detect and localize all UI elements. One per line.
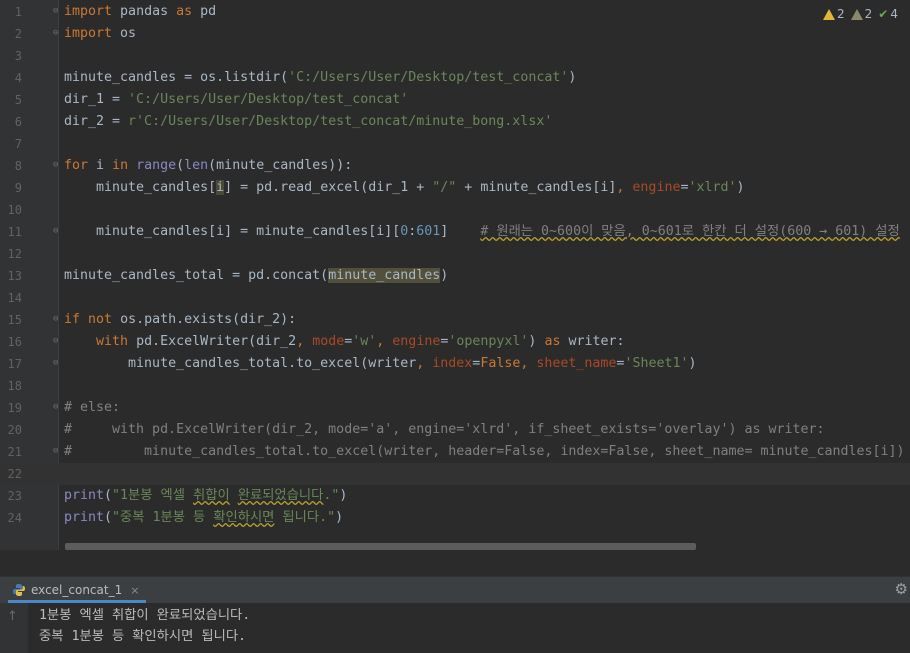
fold-icon[interactable]: ⊖ xyxy=(53,226,58,236)
code-text: print("중복 1분봉 등 확인하시면 됩니다.") xyxy=(64,510,344,525)
code-line-11[interactable]: 11 ⊖ minute_candles[i] = minute_candles[… xyxy=(0,221,910,243)
line-number: 24 xyxy=(7,511,22,525)
line-number: 19 xyxy=(7,401,22,415)
code-line-6[interactable]: 6 dir_2 = r'C:/Users/User/Desktop/test_c… xyxy=(0,111,910,133)
code-line-4[interactable]: 4 minute_candles = os.listdir('C:/Users/… xyxy=(0,67,910,89)
line-number: 14 xyxy=(7,291,22,305)
line-number: 4 xyxy=(14,71,22,85)
inline-comment: # 원래는 0~600이 맞음, 0~601로 한칸 더 설정(600 → 60… xyxy=(480,224,900,239)
code-line-21[interactable]: 21 ⊖ # minute_candles_total.to_excel(wri… xyxy=(0,441,910,463)
code-line-9[interactable]: 9 minute_candles[i] = pd.read_excel(dir_… xyxy=(0,177,910,199)
fold-icon[interactable]: ⊖ xyxy=(53,6,58,16)
line-number: 10 xyxy=(7,203,22,217)
code-line-13[interactable]: 13 minute_candles_total = pd.concat(minu… xyxy=(0,265,910,287)
code-line-14[interactable]: 14 xyxy=(0,287,910,309)
line-number: 23 xyxy=(7,489,22,503)
code-line-8[interactable]: 8 ⊖ for i in range(len(minute_candles)): xyxy=(0,155,910,177)
code-text: minute_candles_total = pd.concat(minute_… xyxy=(64,268,449,283)
run-tab-label: excel_concat_1 xyxy=(31,583,123,597)
code-line-10[interactable]: 10 xyxy=(0,199,910,221)
code-line-20[interactable]: 20 # with pd.ExcelWriter(dir_2, mode='a'… xyxy=(0,419,910,441)
code-text: dir_2 = r'C:/Users/User/Desktop/test_con… xyxy=(64,114,553,129)
editor-bottom-spacer xyxy=(0,550,910,576)
line-number: 5 xyxy=(14,93,22,107)
code-text: minute_candles_total.to_excel(writer, in… xyxy=(64,356,697,371)
code-line-12[interactable]: 12 xyxy=(0,243,910,265)
code-line-19[interactable]: 19 ⊖ # else: xyxy=(0,397,910,419)
line-number: 8 xyxy=(14,159,22,173)
code-text: import os xyxy=(64,26,137,41)
code-text: # else: xyxy=(64,400,121,415)
fold-icon[interactable]: ⊖ xyxy=(53,336,58,346)
line-number: 11 xyxy=(7,225,22,239)
line-number: 6 xyxy=(14,115,22,129)
code-line-3[interactable]: 3 xyxy=(0,45,910,67)
fold-icon[interactable]: ⊖ xyxy=(53,402,58,412)
code-line-23[interactable]: 23 print("1분봉 엑셀 취합이 완료되었습니다.") xyxy=(0,485,910,507)
line-number: 7 xyxy=(14,137,22,151)
line-number: 22 xyxy=(7,467,22,481)
fold-icon[interactable]: ⊖ xyxy=(53,446,58,456)
code-line-24[interactable]: 24 print("중복 1분봉 등 확인하시면 됩니다.") xyxy=(0,507,910,529)
code-text: minute_candles[i] = minute_candles[i][0:… xyxy=(64,224,900,239)
run-tool-window-tabbar: excel_concat_1 × ⚙ xyxy=(0,576,910,603)
run-console[interactable]: ↑ 1분봉 엑셀 취합이 완료되었습니다. 중복 1분봉 등 확인하시면 됩니다… xyxy=(0,603,910,653)
python-icon xyxy=(13,584,25,596)
code-line-5[interactable]: 5 dir_1 = 'C:/Users/User/Desktop/test_co… xyxy=(0,89,910,111)
line-number: 21 xyxy=(7,445,22,459)
line-number: 20 xyxy=(7,423,22,437)
console-output-line: 1분봉 엑셀 취합이 완료되었습니다. xyxy=(39,608,251,623)
line-number: 16 xyxy=(7,335,22,349)
fold-icon[interactable]: ⊖ xyxy=(53,160,58,170)
code-text: print("1분봉 엑셀 취합이 완료되었습니다.") xyxy=(64,488,348,503)
code-text: with pd.ExcelWriter(dir_2, mode='w', eng… xyxy=(96,334,625,349)
code-text: # with pd.ExcelWriter(dir_2, mode='a', e… xyxy=(64,422,825,437)
line-number: 12 xyxy=(7,247,22,261)
line-number: 2 xyxy=(14,27,22,41)
scroll-up-icon[interactable]: ↑ xyxy=(7,609,18,624)
line-number: 9 xyxy=(14,181,22,195)
code-text: if not os.path.exists(dir_2): xyxy=(64,312,297,327)
code-text: dir_1 = 'C:/Users/User/Desktop/test_conc… xyxy=(64,92,409,107)
line-number: 15 xyxy=(7,313,22,327)
line-number: 3 xyxy=(14,49,22,63)
close-icon[interactable]: × xyxy=(130,584,139,597)
code-line-2[interactable]: 2 ⊖ import os xyxy=(0,23,910,45)
code-line-22-current[interactable]: 22 xyxy=(0,463,910,485)
code-line-17[interactable]: 17 ⊖ minute_candles_total.to_excel(write… xyxy=(0,353,910,375)
fold-icon[interactable]: ⊖ xyxy=(53,358,58,368)
code-text: # minute_candles_total.to_excel(writer, … xyxy=(64,444,905,459)
code-line-1[interactable]: 1 ⊖ import pandas as pd xyxy=(0,1,910,23)
code-line-7[interactable]: 7 xyxy=(0,133,910,155)
code-line-16[interactable]: 16 ⊖ with pd.ExcelWriter(dir_2, mode='w'… xyxy=(0,331,910,353)
code-line-18[interactable]: 18 xyxy=(0,375,910,397)
code-text: minute_candles = os.listdir('C:/Users/Us… xyxy=(64,70,577,85)
horizontal-scrollbar[interactable] xyxy=(65,543,696,550)
line-number: 1 xyxy=(14,5,22,19)
line-number: 18 xyxy=(7,379,22,393)
fold-icon[interactable]: ⊖ xyxy=(53,28,58,38)
console-toolbar: ↑ xyxy=(0,603,28,653)
gear-icon[interactable]: ⚙ xyxy=(895,580,908,598)
line-number: 17 xyxy=(7,357,22,371)
code-text: minute_candles[i] = pd.read_excel(dir_1 … xyxy=(64,180,745,195)
fold-icon[interactable]: ⊖ xyxy=(53,314,58,324)
line-number: 13 xyxy=(7,269,22,283)
code-text: for i in range(len(minute_candles)): xyxy=(64,158,353,173)
code-line-15[interactable]: 15 ⊖ if not os.path.exists(dir_2): xyxy=(0,309,910,331)
code-text: import pandas as pd xyxy=(64,4,217,19)
console-output-line: 중복 1분봉 등 확인하시면 됩니다. xyxy=(39,629,247,644)
code-editor[interactable]: 2 2 ✔ 4 1 ⊖ import pandas as pd 2 ⊖ impo… xyxy=(0,0,910,550)
